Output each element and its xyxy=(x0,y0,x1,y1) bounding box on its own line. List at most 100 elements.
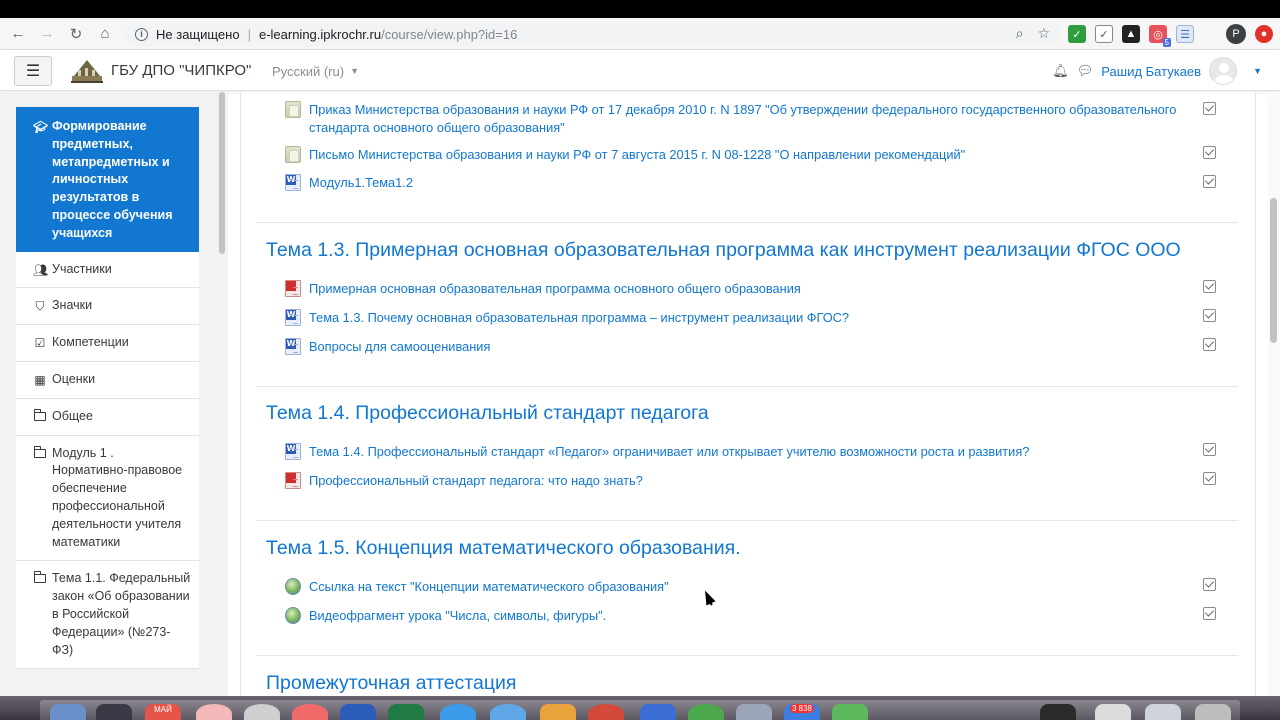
section-divider xyxy=(257,222,1238,223)
user-name[interactable]: Рашид Батукаев xyxy=(1101,64,1201,79)
completion-checkbox-icon[interactable] xyxy=(1203,578,1216,591)
completion-checkbox-icon[interactable] xyxy=(1203,607,1216,620)
drawer-scrollbar-thumb[interactable] xyxy=(219,92,225,254)
messages-app-icon[interactable] xyxy=(832,704,868,720)
messages-icon[interactable]: 💬︎ xyxy=(1077,63,1094,79)
section-title[interactable]: Тема 1.4. Профессиональный стандарт педа… xyxy=(266,402,709,425)
home-icon[interactable]: ⌂ xyxy=(94,23,116,45)
activity-label[interactable]: Вопросы для самооценивания xyxy=(309,338,1179,356)
folder-stack-icon[interactable] xyxy=(1145,704,1181,720)
site-name[interactable]: ГБУ ДПО "ЧИПКРО" xyxy=(111,62,251,79)
page-scrollbar-thumb[interactable] xyxy=(1270,198,1277,343)
vscode-icon[interactable] xyxy=(640,704,676,720)
finder-icon[interactable] xyxy=(50,704,86,720)
activity-link[interactable]: Модуль1.Тема1.2 xyxy=(285,174,1179,192)
notes-icon[interactable] xyxy=(540,704,576,720)
zoom-search-icon[interactable]: ⌕ xyxy=(1016,25,1024,42)
user-avatar[interactable] xyxy=(1209,57,1238,85)
notifications-bell-icon[interactable]: 🔔︎ xyxy=(1052,63,1069,79)
activity-link[interactable]: Ссылка на текст "Концепции математическо… xyxy=(283,576,1179,596)
preview-icon[interactable] xyxy=(736,704,772,720)
mail-badge: 3 838 xyxy=(789,704,815,713)
site-logo[interactable] xyxy=(70,56,104,84)
terminal-icon[interactable] xyxy=(1040,704,1076,720)
section-title[interactable]: Тема 1.5. Концепция математического обра… xyxy=(266,537,741,560)
extension-red-icon[interactable]: ● xyxy=(1255,25,1273,43)
checkbox-icon: ☑ xyxy=(34,336,46,351)
activity-link[interactable]: Письмо Министерства образования и науки … xyxy=(285,146,1179,164)
menu-toggle-icon[interactable]: ☰ xyxy=(14,56,52,86)
drawer-item-topic-1-1[interactable]: Тема 1.1. Федеральный закон «Об образова… xyxy=(16,561,199,670)
activity-label[interactable]: Примерная основная образовательная прогр… xyxy=(309,280,1179,298)
back-icon[interactable]: ← xyxy=(7,23,29,45)
info-icon[interactable]: i xyxy=(135,27,148,41)
excel-app-icon[interactable] xyxy=(388,704,424,720)
completion-checkbox-icon[interactable] xyxy=(1203,175,1216,188)
activity-label[interactable]: Приказ Министерства образования и науки … xyxy=(309,101,1179,137)
chrome-icon[interactable] xyxy=(588,704,624,720)
calendar-icon[interactable]: МАЙ xyxy=(145,704,181,720)
clock-icon[interactable] xyxy=(244,704,280,720)
bookmark-star-icon[interactable]: ☆ xyxy=(1037,25,1050,42)
activity-label[interactable]: Ссылка на текст "Концепции математическо… xyxy=(309,578,1179,596)
address-bar[interactable]: i Не защищено | e-learning.ipkrochr.ru/c… xyxy=(125,22,1060,46)
extension-badge-icon[interactable]: ◎ 5 xyxy=(1149,25,1171,47)
activity-link[interactable]: Приказ Министерства образования и науки … xyxy=(285,101,1179,137)
extension-shield-icon[interactable]: ✓ xyxy=(1068,25,1086,43)
completion-checkbox-icon[interactable] xyxy=(1203,309,1216,322)
section-title[interactable]: Тема 1.3. Примерная основная образовател… xyxy=(266,239,1181,262)
activity-link[interactable]: Вопросы для самооценивания xyxy=(285,338,1179,356)
app-store-icon[interactable] xyxy=(490,704,526,720)
section-title[interactable]: Промежуточная аттестация xyxy=(266,672,516,695)
extension-docs-icon[interactable]: ☰ xyxy=(1176,25,1194,43)
activity-link[interactable]: Профессиональный стандарт педагога: что … xyxy=(285,472,1179,490)
music-icon[interactable] xyxy=(292,704,328,720)
table-icon: ▦ xyxy=(34,372,46,387)
drawer-item-course[interactable]: 🎓︎ Формирование предметных, метапредметн… xyxy=(16,107,199,252)
document-icon[interactable] xyxy=(1095,704,1131,720)
activity-label[interactable]: Модуль1.Тема1.2 xyxy=(309,174,1179,192)
activity-label[interactable]: Тема 1.4. Профессиональный стандарт «Пед… xyxy=(309,443,1179,461)
user-menu-chevron-icon[interactable]: ▼ xyxy=(1253,66,1262,76)
green-app-icon[interactable] xyxy=(688,704,724,720)
address-separator: | xyxy=(247,26,251,42)
drawer-item-participants[interactable]: 👥︎ Участники xyxy=(16,251,199,289)
completion-checkbox-icon[interactable] xyxy=(1203,472,1216,485)
trash-icon[interactable] xyxy=(1195,704,1231,720)
file-icon xyxy=(285,101,301,118)
completion-checkbox-icon[interactable] xyxy=(1203,443,1216,456)
extension-shield-outline-icon[interactable]: ✓ xyxy=(1095,25,1113,43)
extension-dark-icon[interactable]: ▲ xyxy=(1122,25,1140,43)
photos-icon[interactable] xyxy=(196,704,232,720)
completion-checkbox-icon[interactable] xyxy=(1203,338,1216,351)
activity-link[interactable]: Тема 1.4. Профессиональный стандарт «Пед… xyxy=(285,443,1179,461)
drawer-item-badges[interactable]: ⛉ Значки xyxy=(16,288,199,326)
completion-checkbox-icon[interactable] xyxy=(1203,102,1216,115)
drawer-item-general[interactable]: Общее xyxy=(16,398,199,436)
completion-checkbox-icon[interactable] xyxy=(1203,280,1216,293)
drawer-item-competencies[interactable]: ☑ Компетенции xyxy=(16,325,199,362)
activity-link[interactable]: Тема 1.3. Почему основная образовательна… xyxy=(285,309,1179,327)
drawer-item-label: Компетенции xyxy=(52,335,129,350)
mail-icon[interactable]: 3 838 xyxy=(784,704,820,720)
activity-link[interactable]: Видеофрагмент урока "Числа, символы, фиг… xyxy=(283,605,1179,625)
app-icon[interactable] xyxy=(96,704,132,720)
word-app-icon[interactable] xyxy=(340,704,376,720)
word-document-icon xyxy=(285,174,301,191)
drawer-item-label: Общее xyxy=(52,408,93,423)
reload-icon[interactable]: ↻ xyxy=(65,23,87,45)
language-menu[interactable]: Русский (ru) ▼ xyxy=(272,64,359,79)
activity-link[interactable]: Примерная основная образовательная прогр… xyxy=(285,280,1179,298)
page-scrollbar[interactable] xyxy=(1268,92,1280,696)
url-host: e-learning.ipkrochr.ru xyxy=(258,26,382,42)
activity-label[interactable]: Видеофрагмент урока "Числа, символы, фиг… xyxy=(309,607,1179,625)
activity-label[interactable]: Письмо Министерства образования и науки … xyxy=(309,146,1179,164)
completion-checkbox-icon[interactable] xyxy=(1203,146,1216,159)
drawer-item-grades[interactable]: ▦ Оценки xyxy=(16,361,199,399)
safari-icon[interactable] xyxy=(440,704,476,720)
activity-label[interactable]: Тема 1.3. Почему основная образовательна… xyxy=(309,309,1179,327)
profile-avatar[interactable]: P xyxy=(1226,24,1246,44)
activity-label[interactable]: Профессиональный стандарт педагога: что … xyxy=(309,472,1179,490)
drawer-item-module-1[interactable]: Модуль 1 . Нормативно-правовое обеспечен… xyxy=(16,435,199,562)
forward-icon[interactable]: → xyxy=(36,23,58,45)
